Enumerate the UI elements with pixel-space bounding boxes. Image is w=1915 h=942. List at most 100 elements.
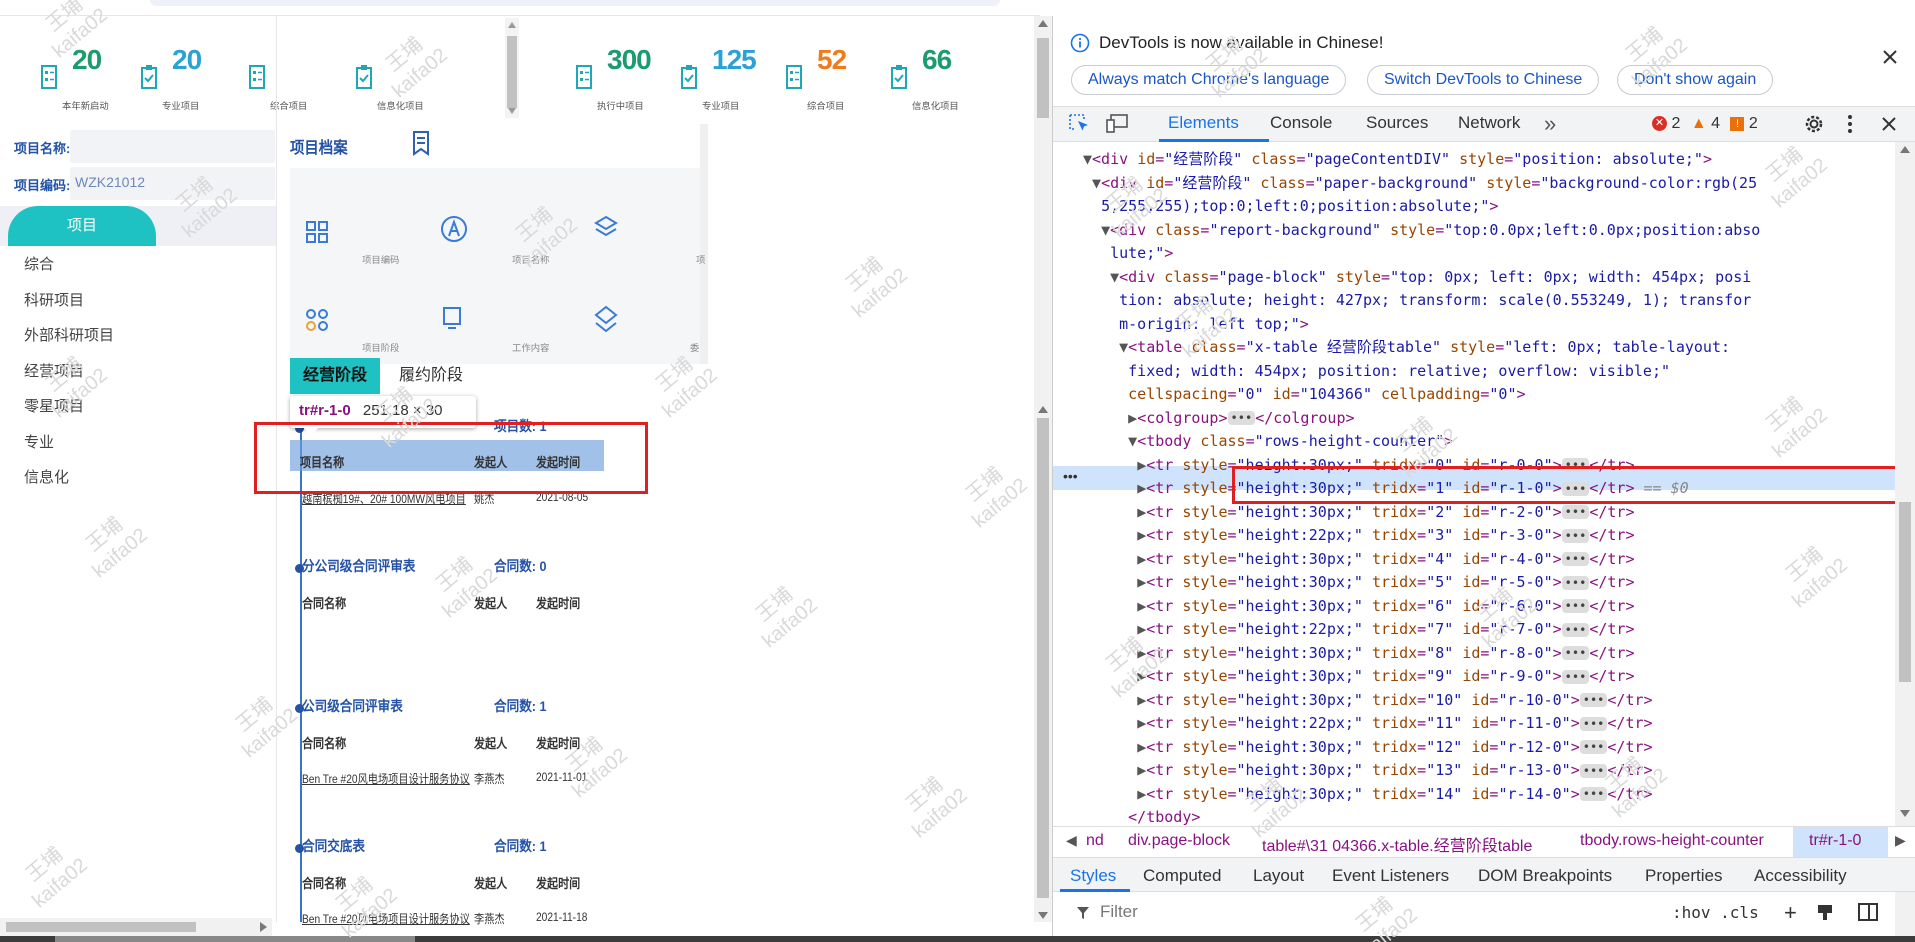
bookmark-icon[interactable]	[412, 130, 430, 161]
devtools-banner-text: DevTools is now available in Chinese!	[1099, 33, 1384, 52]
node-ellipsis-gutter[interactable]: •••	[1063, 468, 1078, 484]
stack-icon[interactable]	[593, 305, 619, 338]
breadcrumb-left-arrow[interactable]: ◀	[1066, 832, 1077, 849]
styles-filter-input[interactable]: Filter	[1100, 902, 1138, 922]
project-code-input[interactable]: WZK21012	[70, 167, 275, 200]
switch-to-chinese-button[interactable]: Switch DevTools to Chinese	[1367, 65, 1600, 95]
tab-performance-stage[interactable]: 履约阶段	[386, 358, 476, 394]
table-header-initiator: 发起人	[474, 736, 508, 751]
table-row-initiator: 李燕杰	[474, 772, 505, 786]
watermark-line-1: 王埔	[382, 33, 427, 77]
sidebar-item-5[interactable]: 专业	[24, 431, 54, 452]
stat-icon-6	[785, 64, 803, 95]
section-title: 分公司级合同评审表	[302, 558, 416, 574]
table-row-date: 2021-11-18	[536, 910, 588, 924]
watermark-line-2: kaifa02	[968, 474, 1032, 533]
device-toolbar-icon[interactable]	[1106, 114, 1130, 139]
tab-styles[interactable]: Styles	[1070, 866, 1116, 886]
sidebar-item-1[interactable]: 科研项目	[24, 289, 84, 310]
section-count: 合同数: 0	[494, 558, 547, 574]
kebab-menu-icon[interactable]	[1846, 113, 1854, 140]
watermark-line-2: kaifa02	[28, 854, 92, 913]
stat-icon-3	[355, 64, 373, 95]
breadcrumb-item-2[interactable]: table#\31 04366.x-table.经营阶段table	[1262, 832, 1532, 856]
project-name-input[interactable]	[70, 130, 275, 163]
inspect-element-icon[interactable]	[1068, 113, 1092, 140]
tab-project[interactable]: 项目	[8, 206, 156, 246]
table-header-date: 发起时间	[536, 876, 581, 891]
close-devtools-icon[interactable]	[1880, 115, 1898, 138]
table-row-initiator: 李燕杰	[474, 912, 505, 926]
table-row-name[interactable]: Ben Tre #20风电场项目设计服务协议	[302, 770, 470, 787]
stat-number-1: 20	[172, 44, 202, 75]
monitor-icon[interactable]	[440, 306, 468, 339]
watermark-line-2: kaifa02	[658, 364, 722, 423]
sidebar-toggle-icon[interactable]	[1858, 903, 1878, 926]
styles-scrollbar[interactable]	[1895, 892, 1915, 936]
paint-brush-icon[interactable]	[1816, 903, 1834, 926]
dont-show-again-button[interactable]: Don't show again	[1617, 65, 1774, 95]
watermark: 王埔 kaifa02	[742, 575, 822, 653]
checklist-icon	[681, 65, 697, 89]
tab-layout[interactable]: Layout	[1253, 866, 1304, 886]
grid-icon[interactable]	[305, 220, 333, 253]
hov-cls-toggles[interactable]: :hov .cls	[1672, 903, 1759, 922]
watermark-line-1: 王埔	[82, 513, 127, 557]
layers-icon[interactable]	[593, 215, 619, 248]
more-tabs-icon[interactable]: »	[1544, 111, 1556, 137]
stats-scrollbar[interactable]	[505, 18, 519, 118]
circles-icon[interactable]	[305, 308, 333, 341]
breadcrumb-item-1[interactable]: div.page-block	[1128, 832, 1230, 850]
sidebar-item-4[interactable]: 零星项目	[24, 395, 84, 416]
stat-icon-5	[680, 64, 698, 95]
tab-network[interactable]: Network	[1458, 113, 1520, 133]
tab-console[interactable]: Console	[1270, 113, 1332, 133]
tab-elements[interactable]: Elements	[1168, 113, 1239, 133]
settings-gear-icon[interactable]	[1803, 113, 1825, 140]
info-icon	[1070, 33, 1090, 58]
error-count: 2	[1671, 115, 1681, 132]
close-banner-icon[interactable]	[1879, 46, 1901, 68]
sidebar-item-2[interactable]: 外部科研项目	[24, 324, 114, 345]
breadcrumb-item-3[interactable]: tbody.rows-height-counter	[1580, 832, 1764, 850]
tab-business-stage[interactable]: 经营阶段	[290, 358, 380, 394]
breadcrumb-right-arrow[interactable]: ▶	[1895, 832, 1906, 849]
table-header-date: 发起时间	[536, 596, 581, 611]
tab-event-listeners[interactable]: Event Listeners	[1332, 866, 1449, 886]
tab-sources[interactable]: Sources	[1366, 113, 1428, 133]
tab-dom-breakpoints[interactable]: DOM Breakpoints	[1478, 866, 1612, 886]
archive-label-3: 工作内容	[512, 343, 550, 354]
watermark: 王埔 kaifa02	[832, 245, 912, 323]
tooltip-selector: tr#r-1-0	[299, 402, 351, 419]
breadcrumb-active[interactable]: tr#r-1-0	[1809, 832, 1861, 850]
stat-icon-2	[248, 64, 266, 95]
issue-counters[interactable]: ✕ 2 ▲ 4 ! 2	[1652, 115, 1758, 133]
stat-number-5: 125	[712, 44, 757, 75]
watermark: 王埔 kaifa02	[952, 455, 1032, 533]
tab-properties[interactable]: Properties	[1645, 866, 1722, 886]
sidebar-item-0[interactable]: 综合	[24, 253, 54, 274]
checklist-icon	[249, 65, 265, 89]
watermark: 王埔 kaifa02	[72, 505, 152, 583]
table-header-initiator: 发起人	[474, 876, 508, 891]
breadcrumb-item-0[interactable]: nd	[1086, 832, 1104, 850]
always-match-language-button[interactable]: Always match Chrome's language	[1071, 65, 1347, 95]
watermark-line-1: 王埔	[752, 583, 797, 627]
archive-cut-label-1: 委	[690, 343, 700, 354]
stat-label-5: 专业项目	[702, 101, 740, 112]
watermark-line-1: 王埔	[902, 773, 947, 817]
new-style-rule-icon[interactable]: +	[1784, 900, 1797, 926]
letter-a-icon[interactable]	[440, 215, 468, 248]
red-annotation-box-right	[1232, 466, 1898, 504]
checklist-icon	[41, 65, 57, 89]
sidebar-item-3[interactable]: 经营项目	[24, 360, 84, 381]
error-icon: ✕	[1652, 116, 1667, 132]
table-row-name[interactable]: Ben Tre #20风电场项目设计服务协议	[302, 910, 470, 927]
sidebar-horizontal-scrollbar[interactable]	[0, 918, 272, 936]
sidebar-item-6[interactable]: 信息化	[24, 466, 69, 487]
tab-computed[interactable]: Computed	[1143, 866, 1221, 886]
tab-accessibility[interactable]: Accessibility	[1754, 866, 1847, 886]
elements-scrollbar[interactable]	[1895, 142, 1915, 826]
archive-scrollbar[interactable]	[700, 124, 708, 364]
page-vertical-scrollbar[interactable]	[1034, 16, 1052, 922]
